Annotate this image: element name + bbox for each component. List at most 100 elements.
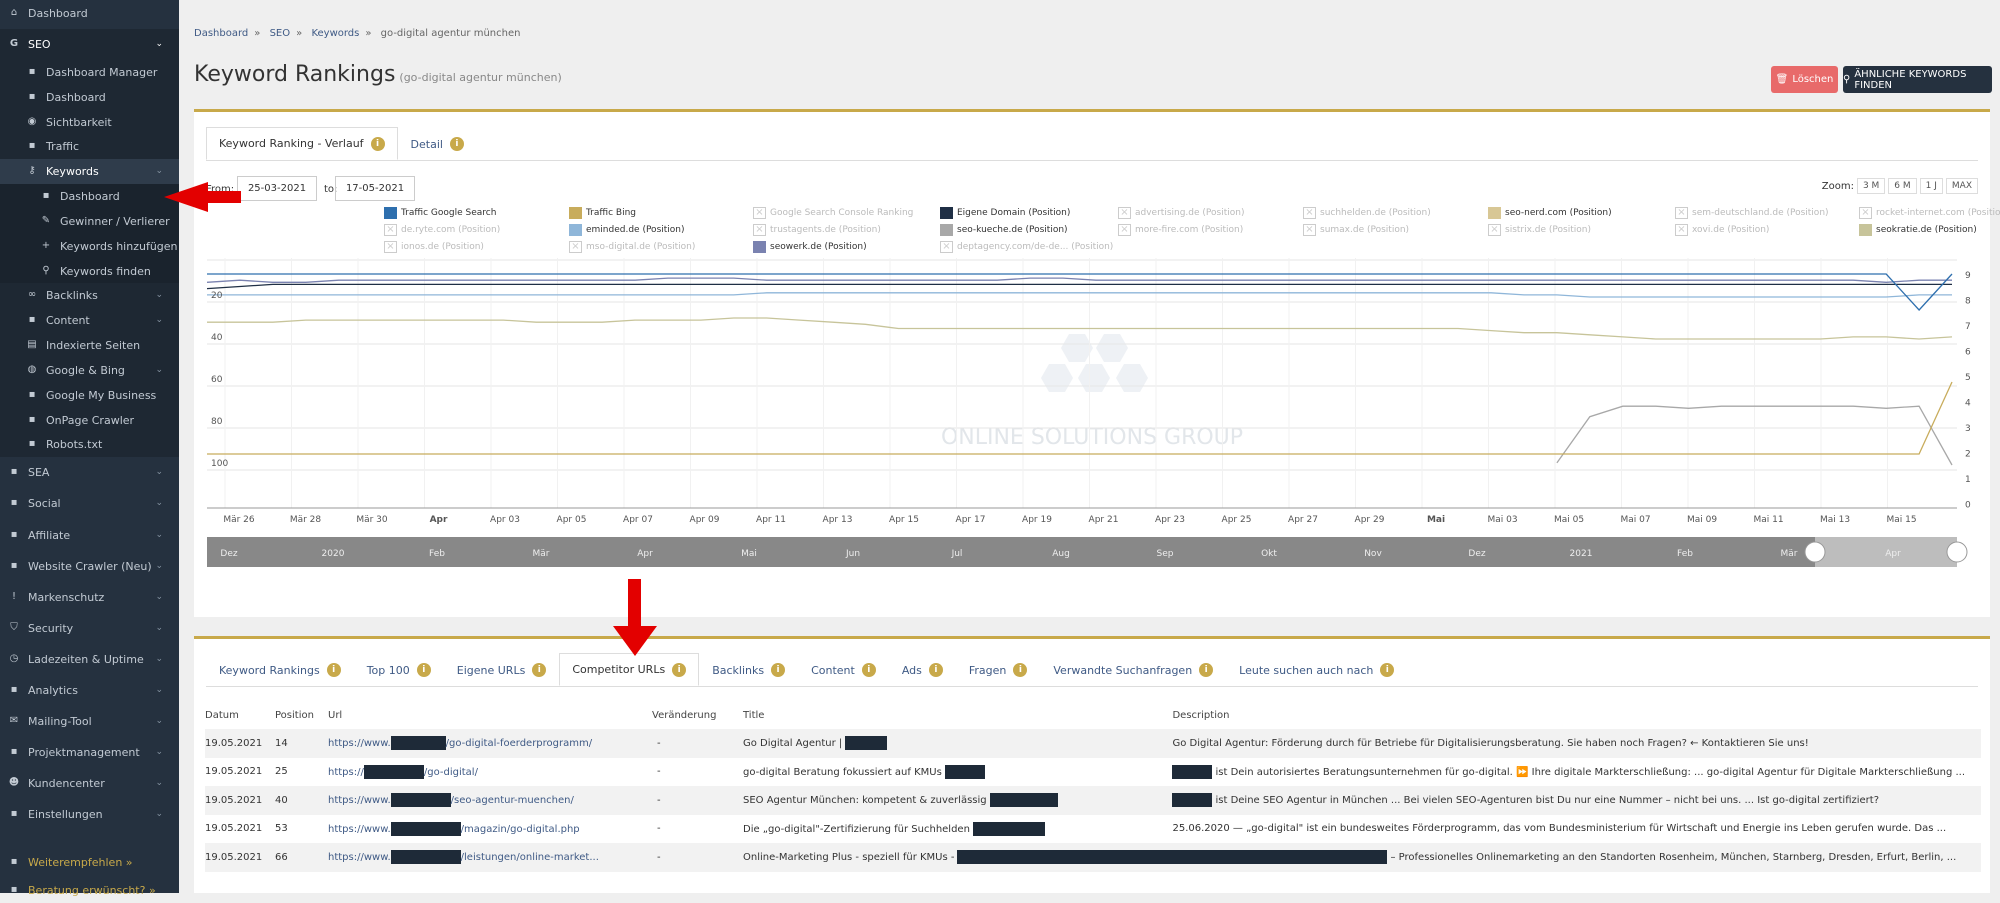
sidebar-item-kundencenter[interactable]: ☻ Kundencenter ⌄ <box>0 768 179 799</box>
cell-url[interactable]: https:// /go-digital/ <box>328 758 652 787</box>
navigator-handle-right[interactable] <box>1946 541 1968 563</box>
sidebar-item-indexierte-seiten[interactable]: ▤ Indexierte Seiten <box>0 332 179 358</box>
url-prefix[interactable]: https://www. <box>328 795 391 806</box>
info-icon[interactable]: i <box>672 662 687 677</box>
info-icon[interactable]: i <box>928 663 943 677</box>
col-datum[interactable]: Datum <box>205 701 275 729</box>
url-path[interactable]: /magazin/go-digital.php <box>461 824 580 835</box>
legend-item[interactable]: × deptagency.com/de-de... (Position) <box>940 241 1113 253</box>
url-prefix[interactable]: https://www. <box>328 738 391 749</box>
navigator-handle-left[interactable] <box>1804 541 1826 563</box>
url-path[interactable]: /go-digital-foerderprogramm/ <box>446 738 592 749</box>
tab-content[interactable]: Content i <box>798 653 889 686</box>
tab-detail[interactable]: Detail i <box>398 127 477 160</box>
legend-item[interactable]: seo-nerd.com (Position) <box>1488 207 1612 219</box>
table-row[interactable]: 19.05.2021 14 https://www. /go-digital-foer… <box>205 729 1981 758</box>
info-icon[interactable]: i <box>1013 663 1028 677</box>
legend-item[interactable]: × suchhelden.de (Position) <box>1303 207 1431 219</box>
tab-keyword-rankings[interactable]: Keyword Rankings i <box>206 653 354 686</box>
sidebar-item-seo[interactable]: G SEO ⌄ <box>0 28 179 60</box>
info-icon[interactable]: i <box>861 663 876 677</box>
sidebar-item-ladezeiten-uptime[interactable]: ◷ Ladezeiten & Uptime ⌄ <box>0 644 179 675</box>
sidebar-item-einstellungen[interactable]: ▪ Einstellungen ⌄ <box>0 799 179 830</box>
sidebar-item-dashboard[interactable]: ▪ Dashboard <box>0 84 179 110</box>
cell-url[interactable]: https://www. /magazin/go-digital.php <box>328 815 652 844</box>
breadcrumb-dashboard[interactable]: Dashboard <box>194 28 248 39</box>
info-icon[interactable]: i <box>370 136 385 151</box>
col-description[interactable]: Description <box>1172 701 1981 729</box>
zoom-max-button[interactable]: MAX <box>1945 178 1978 194</box>
sidebar-item-backlinks[interactable]: ∞ Backlinks ⌄ <box>0 282 179 308</box>
zoom-3m-button[interactable]: 3 M <box>1856 178 1886 194</box>
sidebar-item-social[interactable]: ▪ Social ⌄ <box>0 488 179 519</box>
info-icon[interactable]: i <box>1380 663 1395 677</box>
info-icon[interactable]: i <box>771 663 786 677</box>
sidebar-item-google-bing[interactable]: ◍ Google & Bing ⌄ <box>0 357 179 383</box>
sidebar-item-analytics[interactable]: ▪ Analytics ⌄ <box>0 675 179 706</box>
tab-top-100[interactable]: Top 100 i <box>354 653 444 686</box>
table-row[interactable]: 19.05.2021 40 https://www. /seo-agentur-mue… <box>205 786 1981 815</box>
tab-verwandte-suchanfragen[interactable]: Verwandte Suchanfragen i <box>1040 653 1226 686</box>
legend-item[interactable]: × sem-deutschland.de (Position) <box>1675 207 1829 219</box>
table-row[interactable]: 19.05.2021 53 https://www. /magazin/go-digi… <box>205 815 1981 844</box>
breadcrumb-keywords[interactable]: Keywords <box>311 28 359 39</box>
table-row[interactable]: 19.05.2021 25 https:// /go-digital/ - go-digi… <box>205 758 1981 787</box>
cell-url[interactable]: https://www. /leistungen/online-market... <box>328 843 652 872</box>
sidebar-item-content[interactable]: ▪ Content ⌄ <box>0 307 179 333</box>
legend-item[interactable]: × de.ryte.com (Position) <box>384 224 500 236</box>
sidebar-item-traffic[interactable]: ▪ Traffic <box>0 133 179 159</box>
info-icon[interactable]: i <box>532 663 547 677</box>
legend-item[interactable]: Traffic Google Search <box>384 207 496 219</box>
sidebar-item-dashboard[interactable]: ⌂ Dashboard <box>0 0 179 29</box>
legend-item[interactable]: × Google Search Console Ranking <box>753 207 913 219</box>
find-similar-keywords-button[interactable]: ⚲ ÄHNLICHE KEYWORDS FINDEN <box>1843 66 1992 93</box>
sidebar-item-onpage-crawler[interactable]: ▪ OnPage Crawler <box>0 407 179 433</box>
col-change[interactable]: Veränderung <box>652 701 743 729</box>
info-icon[interactable]: i <box>449 137 464 151</box>
sidebar-item-beratung-erw-nscht[interactable]: ▪ Beratung erwünscht? » <box>0 878 179 903</box>
sidebar-item-dashboard-manager[interactable]: ▪ Dashboard Manager <box>0 59 179 85</box>
legend-item[interactable]: seo-kueche.de (Position) <box>940 224 1068 236</box>
tab-eigene-urls[interactable]: Eigene URLs i <box>444 653 560 686</box>
legend-item[interactable]: × sumax.de (Position) <box>1303 224 1409 236</box>
zoom-6m-button[interactable]: 6 M <box>1888 178 1917 194</box>
sidebar-item-affiliate[interactable]: ▪ Affiliate ⌄ <box>0 520 179 551</box>
sidebar-item-gewinner-verlierer[interactable]: ✎ Gewinner / Verlierer <box>0 208 179 234</box>
sidebar-item-projektmanagement[interactable]: ▪ Projektmanagement ⌄ <box>0 737 179 768</box>
col-title[interactable]: Title <box>743 701 1172 729</box>
legend-item[interactable]: eminded.de (Position) <box>569 224 685 236</box>
legend-item[interactable]: × sistrix.de (Position) <box>1488 224 1591 236</box>
sidebar-item-mailing-tool[interactable]: ✉ Mailing-Tool ⌄ <box>0 706 179 737</box>
sidebar-item-keywords-finden[interactable]: ⚲ Keywords finden <box>0 258 179 284</box>
legend-item[interactable]: × rocket-internet.com (Position) <box>1859 207 2000 219</box>
url-path[interactable]: /seo-agentur-muenchen/ <box>451 795 574 806</box>
navigator-track[interactable] <box>207 537 1957 567</box>
info-icon[interactable]: i <box>1199 663 1214 677</box>
tab-backlinks[interactable]: Backlinks i <box>699 653 798 686</box>
info-icon[interactable]: i <box>326 663 341 677</box>
to-date-input[interactable]: 17-05-2021 <box>335 176 415 201</box>
legend-item[interactable]: seowerk.de (Position) <box>753 241 867 253</box>
sidebar-item-sichtbarkeit[interactable]: ◉ Sichtbarkeit <box>0 109 179 135</box>
sidebar-item-website-crawler-neu[interactable]: ▪ Website Crawler (Neu) ⌄ <box>0 551 179 582</box>
table-row[interactable]: 19.05.2021 66 https://www. /leistungen/onli… <box>205 843 1981 872</box>
legend-item[interactable]: × more-fire.com (Position) <box>1118 224 1243 236</box>
sidebar-item-markenschutz[interactable]: ! Markenschutz ⌄ <box>0 582 179 613</box>
url-prefix[interactable]: https://www. <box>328 852 391 863</box>
legend-item[interactable]: × advertising.de (Position) <box>1118 207 1244 219</box>
legend-item[interactable]: seokratie.de (Position) <box>1859 224 1977 236</box>
from-date-input[interactable]: 25-03-2021 <box>237 176 317 201</box>
tab-competitor-urls[interactable]: Competitor URLs i <box>559 653 700 686</box>
legend-item[interactable]: Traffic Bing <box>569 207 636 219</box>
cell-url[interactable]: https://www. /go-digital-foerderprogramm/ <box>328 729 652 758</box>
sidebar-item-keywords-hinzuf-gen[interactable]: + Keywords hinzufügen <box>0 233 179 259</box>
breadcrumb-seo[interactable]: SEO <box>270 28 291 39</box>
sidebar-item-security[interactable]: ⛉ Security ⌄ <box>0 613 179 644</box>
sidebar-item-google-my-business[interactable]: ▪ Google My Business <box>0 382 179 408</box>
legend-item[interactable]: Eigene Domain (Position) <box>940 207 1070 219</box>
sidebar-item-keywords[interactable]: ⚷ Keywords ⌄ <box>0 158 179 184</box>
legend-item[interactable]: × mso-digital.de (Position) <box>569 241 695 253</box>
sidebar-item-robots-txt[interactable]: ▪ Robots.txt <box>0 431 179 457</box>
url-prefix[interactable]: https:// <box>328 767 364 778</box>
tab-leute-suchen-auch-nach[interactable]: Leute suchen auch nach i <box>1226 653 1407 686</box>
